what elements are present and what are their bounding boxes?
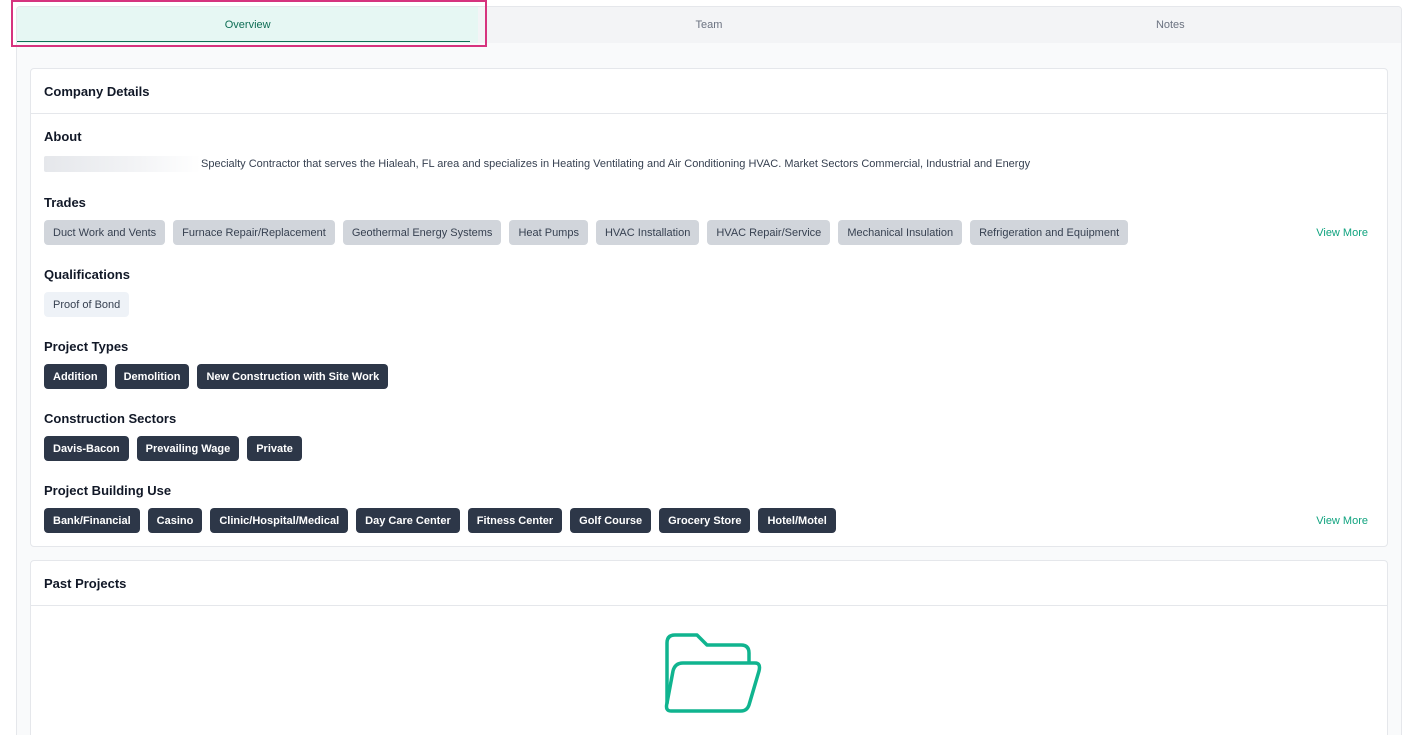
past-projects-card: Past Projects [30, 560, 1388, 735]
about-text: Specialty Contractor that serves the Hia… [201, 158, 1031, 170]
trade-chip: Furnace Repair/Replacement [173, 220, 335, 245]
company-details-title: Company Details [31, 69, 1387, 114]
building-use-chip: Day Care Center [356, 508, 460, 533]
qualifications-title: Qualifications [44, 267, 130, 282]
project-types-list: Addition Demolition New Construction wit… [44, 364, 389, 389]
sector-chip: Prevailing Wage [136, 436, 240, 461]
project-type-chip: Addition [44, 364, 107, 389]
tab-bar: Overview Team Notes [17, 7, 1401, 43]
building-use-view-more-link[interactable]: View More [1316, 515, 1368, 527]
building-use-chip: Bank/Financial [44, 508, 140, 533]
folder-open-icon [664, 633, 762, 713]
project-type-chip: New Construction with Site Work [197, 364, 389, 389]
trades-list: Duct Work and Vents Furnace Repair/Repla… [44, 220, 1129, 245]
construction-sectors-title: Construction Sectors [44, 411, 177, 426]
building-use-chip: Clinic/Hospital/Medical [210, 508, 349, 533]
trade-chip: HVAC Installation [595, 220, 700, 245]
building-use-chip: Grocery Store [659, 508, 751, 533]
trade-chip: Refrigeration and Equipment [970, 220, 1129, 245]
trade-chip: HVAC Repair/Service [707, 220, 831, 245]
building-use-chip: Fitness Center [467, 508, 563, 533]
about-text-row: Specialty Contractor that serves the Hia… [44, 156, 1030, 172]
trades-title: Trades [44, 195, 86, 210]
tab-team[interactable]: Team [478, 7, 939, 43]
trade-chip: Geothermal Energy Systems [342, 220, 502, 245]
about-title: About [44, 129, 82, 144]
building-use-title: Project Building Use [44, 483, 172, 498]
redacted-company-name [44, 156, 201, 172]
project-types-title: Project Types [44, 339, 129, 354]
building-use-chip: Hotel/Motel [758, 508, 836, 533]
sector-chip: Private [247, 436, 302, 461]
tab-overview[interactable]: Overview [17, 7, 479, 43]
qualification-chip: Proof of Bond [44, 292, 130, 317]
trades-view-more-link[interactable]: View More [1316, 227, 1368, 239]
trade-chip: Mechanical Insulation [838, 220, 963, 245]
building-use-chip: Casino [147, 508, 203, 533]
company-details-card: Company Details About Specialty Contract… [30, 68, 1388, 547]
building-use-list: Bank/Financial Casino Clinic/Hospital/Me… [44, 508, 836, 533]
building-use-chip: Golf Course [570, 508, 652, 533]
project-type-chip: Demolition [114, 364, 190, 389]
trade-chip: Duct Work and Vents [44, 220, 166, 245]
sector-chip: Davis-Bacon [44, 436, 129, 461]
trade-chip: Heat Pumps [509, 220, 588, 245]
qualifications-list: Proof of Bond [44, 292, 130, 317]
construction-sectors-list: Davis-Bacon Prevailing Wage Private [44, 436, 302, 461]
tab-notes[interactable]: Notes [940, 7, 1401, 43]
past-projects-title: Past Projects [31, 561, 1387, 606]
